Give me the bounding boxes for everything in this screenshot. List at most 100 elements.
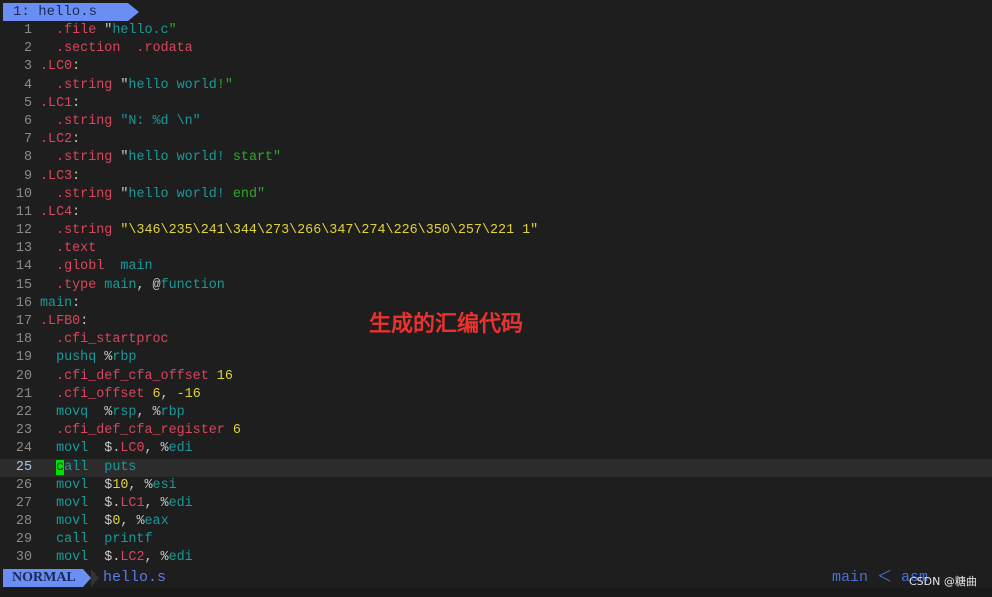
code-token: 6	[232, 423, 241, 439]
code-token: rsp	[112, 404, 137, 420]
code-line[interactable]: 7 .LC2:	[0, 131, 992, 149]
code-token: .LC2	[40, 132, 73, 148]
code-token: call printf	[40, 532, 153, 548]
code-token: movl	[40, 550, 105, 566]
code-token: $.	[104, 495, 121, 511]
code-token: .string	[40, 223, 121, 239]
code-line[interactable]: 1 .file "hello.c"	[0, 22, 992, 40]
code-token: , %	[128, 477, 153, 493]
code-token: .LC0	[40, 59, 73, 75]
code-token: :	[72, 295, 81, 311]
code-token: movq	[40, 404, 105, 420]
code-line[interactable]: 15 .type main, @function	[0, 277, 992, 295]
code-token: :	[72, 132, 81, 148]
line-number: 7	[23, 132, 32, 148]
code-token: .LFB0	[40, 314, 81, 329]
line-number: 2	[23, 41, 32, 57]
code-token: $.	[104, 550, 121, 566]
code-token: .LC4	[40, 204, 73, 220]
code-token: .section .rodata	[40, 41, 193, 57]
buffer-tab[interactable]: 1: hello.s	[3, 3, 128, 21]
code-token: :	[72, 59, 81, 75]
code-line[interactable]: 23 .cfi_def_cfa_register 6	[0, 422, 992, 440]
code-token: movl	[40, 477, 105, 493]
code-token: 16	[216, 368, 233, 384]
code-line[interactable]: 5 .LC1:	[0, 95, 992, 113]
code-line[interactable]: 11 .LC4:	[0, 204, 992, 222]
code-token: rbp	[112, 350, 137, 366]
line-number: 24	[15, 441, 32, 457]
line-number: 9	[23, 168, 32, 184]
code-line[interactable]: 8 .string "hello world! start"	[0, 149, 992, 167]
code-line[interactable]: 14 .globl main	[0, 258, 992, 276]
code-token: :	[72, 204, 81, 220]
code-token: .string	[40, 150, 121, 166]
code-line[interactable]: 6 .string "N: %d \n"	[0, 113, 992, 131]
code-token: LC2	[120, 550, 145, 566]
code-token: "\346\235\241\344\273\266\347\274\226\35…	[120, 223, 539, 239]
code-token: .file	[40, 23, 105, 38]
editor-buffer[interactable]: 1 .file "hello.c" 2 .section .rodata 3 .LC0…	[0, 22, 992, 568]
separator-arrow-icon	[91, 569, 99, 587]
code-token: esi	[152, 477, 177, 493]
line-number: 1	[23, 23, 32, 38]
code-line[interactable]: 13 .text	[0, 240, 992, 258]
code-token: .cfi_def_cfa_offset	[40, 368, 217, 384]
code-token: , %	[136, 404, 161, 420]
tab-arrow-icon	[128, 3, 139, 21]
annotation-text: 生成的汇编代码	[369, 312, 524, 337]
line-number: 21	[15, 386, 32, 402]
code-line[interactable]: 20 .cfi_def_cfa_offset 16	[0, 368, 992, 386]
code-line[interactable]: 12 .string "\346\235\241\344\273\266\347…	[0, 222, 992, 240]
code-line[interactable]: 26 movl $10, %esi	[0, 477, 992, 495]
code-token: :	[72, 95, 81, 111]
line-number: 29	[15, 532, 32, 548]
code-token: !"	[216, 77, 233, 93]
code-token: main	[40, 295, 73, 311]
code-line[interactable]: 10 .string "hello world! end"	[0, 186, 992, 204]
code-line[interactable]: 27 movl $.LC1, %edi	[0, 495, 992, 513]
line-number: 20	[15, 368, 32, 384]
code-line[interactable]: 30 movl $.LC2, %edi	[0, 549, 992, 567]
code-token: .text	[40, 241, 97, 257]
code-line[interactable]: 28 movl $0, %eax	[0, 513, 992, 531]
line-number: 5	[23, 95, 32, 111]
code-token: :	[72, 168, 81, 184]
code-line[interactable]: 4 .string "hello world!"	[0, 77, 992, 95]
code-line[interactable]: 19 pushq %rbp	[0, 349, 992, 367]
code-token: edi	[168, 495, 193, 511]
line-number: 13	[15, 241, 32, 257]
code-token: hello world!	[128, 150, 233, 166]
mode-indicator: NORMAL	[3, 569, 83, 587]
code-token: LC0	[120, 441, 145, 457]
line-number: 27	[15, 495, 32, 511]
code-token: main	[104, 277, 137, 293]
code-token: movl	[40, 514, 105, 530]
line-number: 12	[15, 223, 32, 239]
code-token: .string	[40, 186, 121, 202]
code-token: rbp	[160, 404, 185, 420]
code-line[interactable]: 2 .section .rodata	[0, 40, 992, 58]
code-line[interactable]: 29 call printf	[0, 531, 992, 549]
code-token: .globl	[40, 259, 121, 275]
code-token: .cfi_def_cfa_register	[40, 423, 233, 439]
code-token: "	[168, 23, 177, 38]
code-token: .string	[40, 77, 121, 93]
line-number: 30	[15, 550, 32, 566]
code-token: start"	[232, 150, 282, 166]
code-line[interactable]: 22 movq %rsp, %rbp	[0, 404, 992, 422]
code-line[interactable]: 9 .LC3:	[0, 168, 992, 186]
code-token: pushq	[40, 350, 105, 366]
command-line[interactable]	[0, 588, 992, 597]
tabline: 1: hello.s	[0, 0, 992, 21]
code-token: 10	[112, 477, 129, 493]
code-token: movl	[40, 495, 105, 511]
text-cursor: c	[56, 459, 65, 475]
code-line[interactable]: 3 .LC0:	[0, 58, 992, 76]
line-number: 25	[15, 459, 32, 475]
code-line[interactable]: 21 .cfi_offset 6, -16	[0, 386, 992, 404]
mode-arrow-icon	[83, 569, 91, 587]
code-token: LC1	[120, 495, 145, 511]
code-line[interactable]: 25 call puts	[0, 458, 992, 477]
code-line[interactable]: 24 movl $.LC0, %edi	[0, 440, 992, 458]
